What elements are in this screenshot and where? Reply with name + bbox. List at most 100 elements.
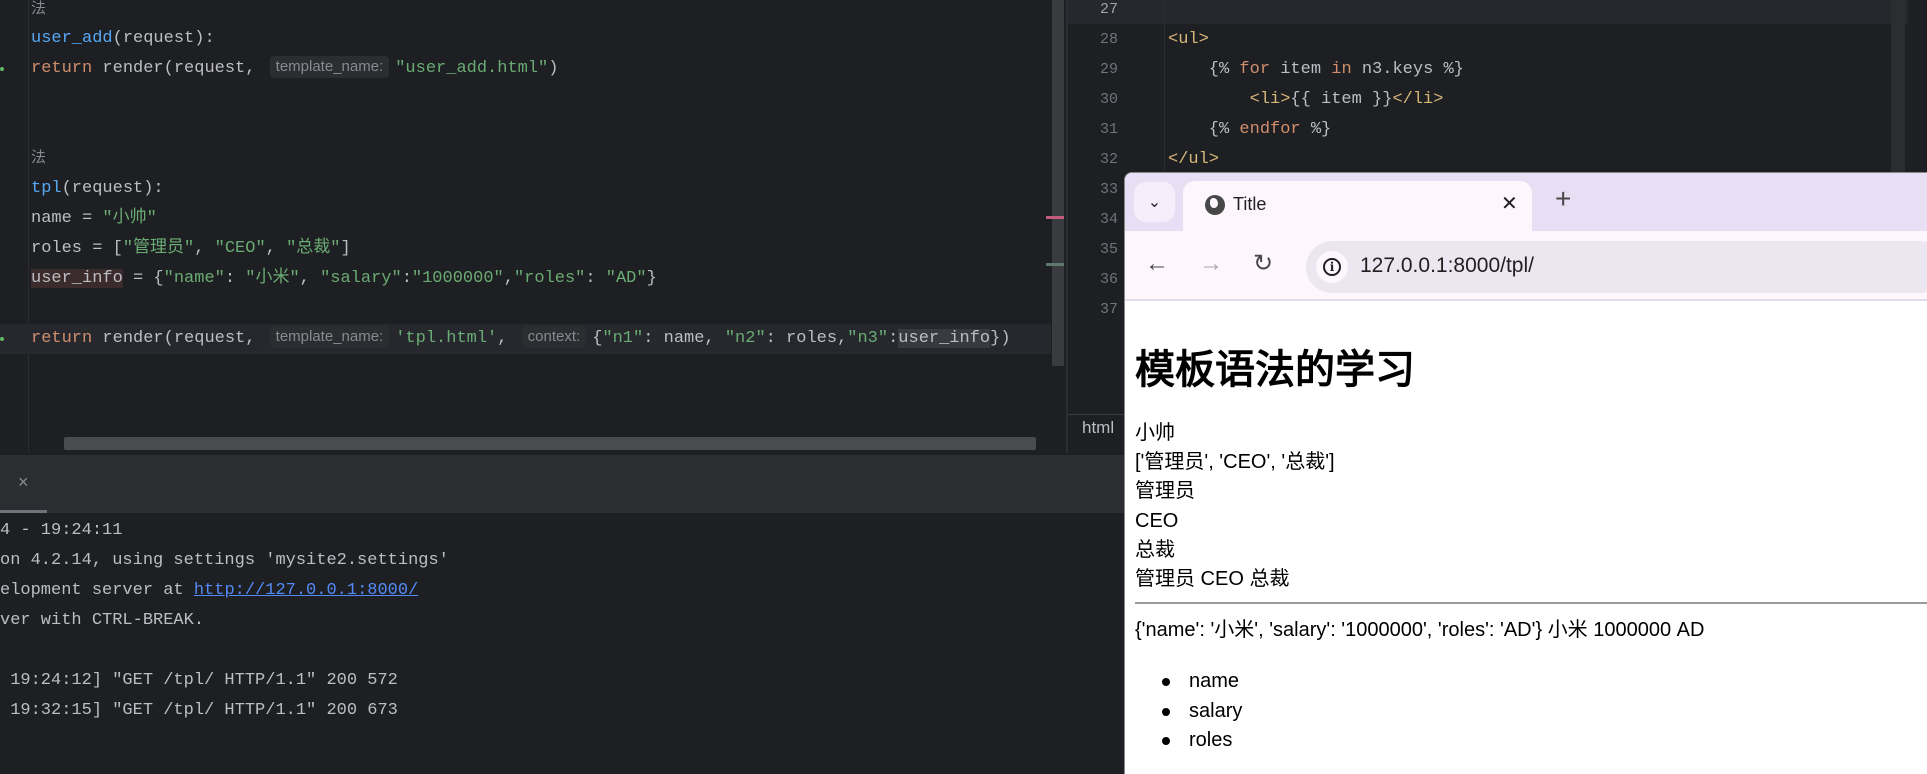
- code-token: "CEO": [214, 239, 266, 258]
- browser-window: ⌄ Title ✕ + ← → ↻ i 127.0.0.1:8000/tpl/ …: [1124, 172, 1927, 774]
- run-marker-icon[interactable]: [0, 67, 4, 71]
- code-token: item: [1280, 60, 1332, 79]
- code-token: ,: [299, 269, 321, 288]
- code-line[interactable]: return render(request, template_name: "us…: [31, 54, 558, 84]
- code-line[interactable]: tpl(request):: [31, 174, 164, 204]
- code-token: render(request,: [102, 329, 266, 348]
- warning-stripe-marker[interactable]: [1046, 263, 1064, 266]
- output-line: 小帅: [1135, 422, 1175, 444]
- close-icon[interactable]: ✕: [1501, 191, 1518, 216]
- close-icon[interactable]: ×: [18, 472, 29, 493]
- output-line: 管理员 CEO 总裁: [1135, 568, 1290, 590]
- server-link[interactable]: http://127.0.0.1:8000/: [194, 581, 418, 600]
- code-token: "name": [163, 269, 225, 288]
- browser-tab[interactable]: Title ✕: [1183, 181, 1532, 231]
- parameter-hint: template_name:: [269, 56, 390, 78]
- code-line[interactable]: user_add(request):: [31, 24, 215, 54]
- code-line[interactable]: 法: [31, 0, 46, 25]
- code-token: endfor: [1239, 120, 1311, 139]
- run-marker-icon[interactable]: [0, 337, 4, 341]
- code-token: (request):: [112, 29, 215, 48]
- terminal-text: 19:32:15] "GET /tpl/ HTTP/1.1" 200 673: [0, 701, 398, 720]
- code-token: 法: [31, 1, 47, 18]
- terminal-text: 19:24:12] "GET /tpl/ HTTP/1.1" 200 572: [0, 671, 398, 690]
- code-token: {: [592, 329, 603, 348]
- terminal-line: on 4.2.14, using settings 'mysite2.setti…: [0, 546, 449, 576]
- horizontal-rule: [1135, 602, 1927, 604]
- code-line[interactable]: {% for item in n3.keys %}: [1168, 55, 1464, 85]
- code-line[interactable]: 法: [31, 144, 46, 174]
- code-token: return: [31, 329, 103, 348]
- code-line[interactable]: {% endfor %}: [1168, 115, 1331, 145]
- parameter-hint: context:: [521, 326, 587, 348]
- code-token: "小米": [245, 269, 300, 288]
- code-line[interactable]: name = "小帅": [31, 204, 157, 234]
- line-number: 28: [1099, 31, 1118, 48]
- line-number: 37: [1099, 301, 1118, 318]
- code-token: {%: [1168, 120, 1240, 139]
- line-number: 36: [1099, 271, 1118, 288]
- code-line[interactable]: <li>{{ item }}</li>: [1168, 85, 1444, 115]
- address-bar[interactable]: i 127.0.0.1:8000/tpl/: [1306, 241, 1927, 293]
- back-arrow-icon[interactable]: ←: [1145, 249, 1169, 279]
- code-token: }): [990, 329, 1011, 348]
- code-token: user_info: [898, 329, 991, 348]
- error-stripe-marker[interactable]: [1046, 216, 1064, 219]
- code-token: : roles,: [765, 329, 848, 348]
- output-line: 总裁: [1135, 538, 1175, 561]
- terminal-text: on 4.2.14, using settings 'mysite2.setti…: [0, 551, 449, 570]
- gutter-divider: [28, 0, 29, 453]
- list-item: roles: [1161, 726, 1232, 755]
- tab-search-button[interactable]: ⌄: [1134, 182, 1175, 222]
- code-token: <ul>: [1168, 30, 1209, 49]
- browser-toolbar: ← → ↻ i 127.0.0.1:8000/tpl/: [1125, 231, 1927, 301]
- code-line[interactable]: </ul>: [1168, 145, 1219, 175]
- code-line[interactable]: roles = ["管理员", "CEO", "总裁"]: [31, 234, 351, 264]
- page-heading: 模板语法的学习: [1135, 348, 1415, 392]
- code-token: "n1": [602, 329, 644, 348]
- code-token: %}: [1310, 120, 1332, 139]
- horizontal-scrollbar[interactable]: [64, 437, 1036, 450]
- code-token: "总裁": [286, 239, 341, 258]
- code-line[interactable]: return render(request, template_name: 'tp…: [0, 324, 1051, 354]
- code-token: "小帅": [102, 209, 157, 228]
- code-token: roles = [: [31, 239, 123, 258]
- dict-output: {'name': '小米', 'salary': '1000000', 'rol…: [1135, 619, 1705, 641]
- breadcrumb-html[interactable]: html: [1082, 418, 1114, 438]
- list-item: name: [1161, 667, 1239, 696]
- code-token: 法: [31, 150, 47, 167]
- line-number: 27: [1099, 1, 1118, 18]
- tab-title: Title: [1233, 194, 1267, 214]
- code-token: "管理员": [122, 239, 195, 258]
- code-token: render(request,: [102, 59, 266, 78]
- list-item: salary: [1161, 697, 1242, 726]
- code-token: (request):: [61, 179, 164, 198]
- code-token: 'tpl.html': [395, 329, 498, 348]
- code-token: {%: [1168, 60, 1240, 79]
- python-editor[interactable]: 法 user_add(request): return render(request…: [0, 0, 1066, 453]
- code-line[interactable]: user_info = {"name": "小米", "salary":"100…: [31, 264, 657, 294]
- reload-icon[interactable]: ↻: [1253, 249, 1273, 279]
- code-token: </ul>: [1168, 150, 1220, 169]
- terminal-line: 4 - 19:24:11: [0, 516, 122, 546]
- code-token: <li>: [1168, 90, 1291, 109]
- output-line: ['管理员', 'CEO', '总裁']: [1135, 451, 1335, 474]
- code-token: </li>: [1392, 90, 1444, 109]
- line-number: 30: [1099, 91, 1118, 108]
- terminal-line: 19:32:15] "GET /tpl/ HTTP/1.1" 200 673: [0, 696, 398, 726]
- code-token: "n2": [724, 329, 766, 348]
- new-tab-button[interactable]: +: [1555, 185, 1571, 213]
- code-token: : name,: [643, 329, 725, 348]
- code-token: "1000000": [411, 269, 504, 288]
- code-token: in: [1331, 60, 1362, 79]
- code-token: {{ item }}: [1290, 90, 1393, 109]
- code-token: for: [1239, 60, 1281, 79]
- terminal-text: ver with CTRL-BREAK.: [0, 611, 205, 630]
- code-token: "user_add.html": [395, 59, 549, 78]
- url-text[interactable]: 127.0.0.1:8000/tpl/: [1360, 254, 1534, 278]
- code-token: "salary": [320, 269, 402, 288]
- info-icon[interactable]: i: [1316, 251, 1348, 283]
- forward-arrow-icon[interactable]: →: [1199, 249, 1223, 279]
- vertical-scrollbar[interactable]: [1052, 0, 1064, 366]
- code-line[interactable]: <ul>: [1168, 25, 1209, 55]
